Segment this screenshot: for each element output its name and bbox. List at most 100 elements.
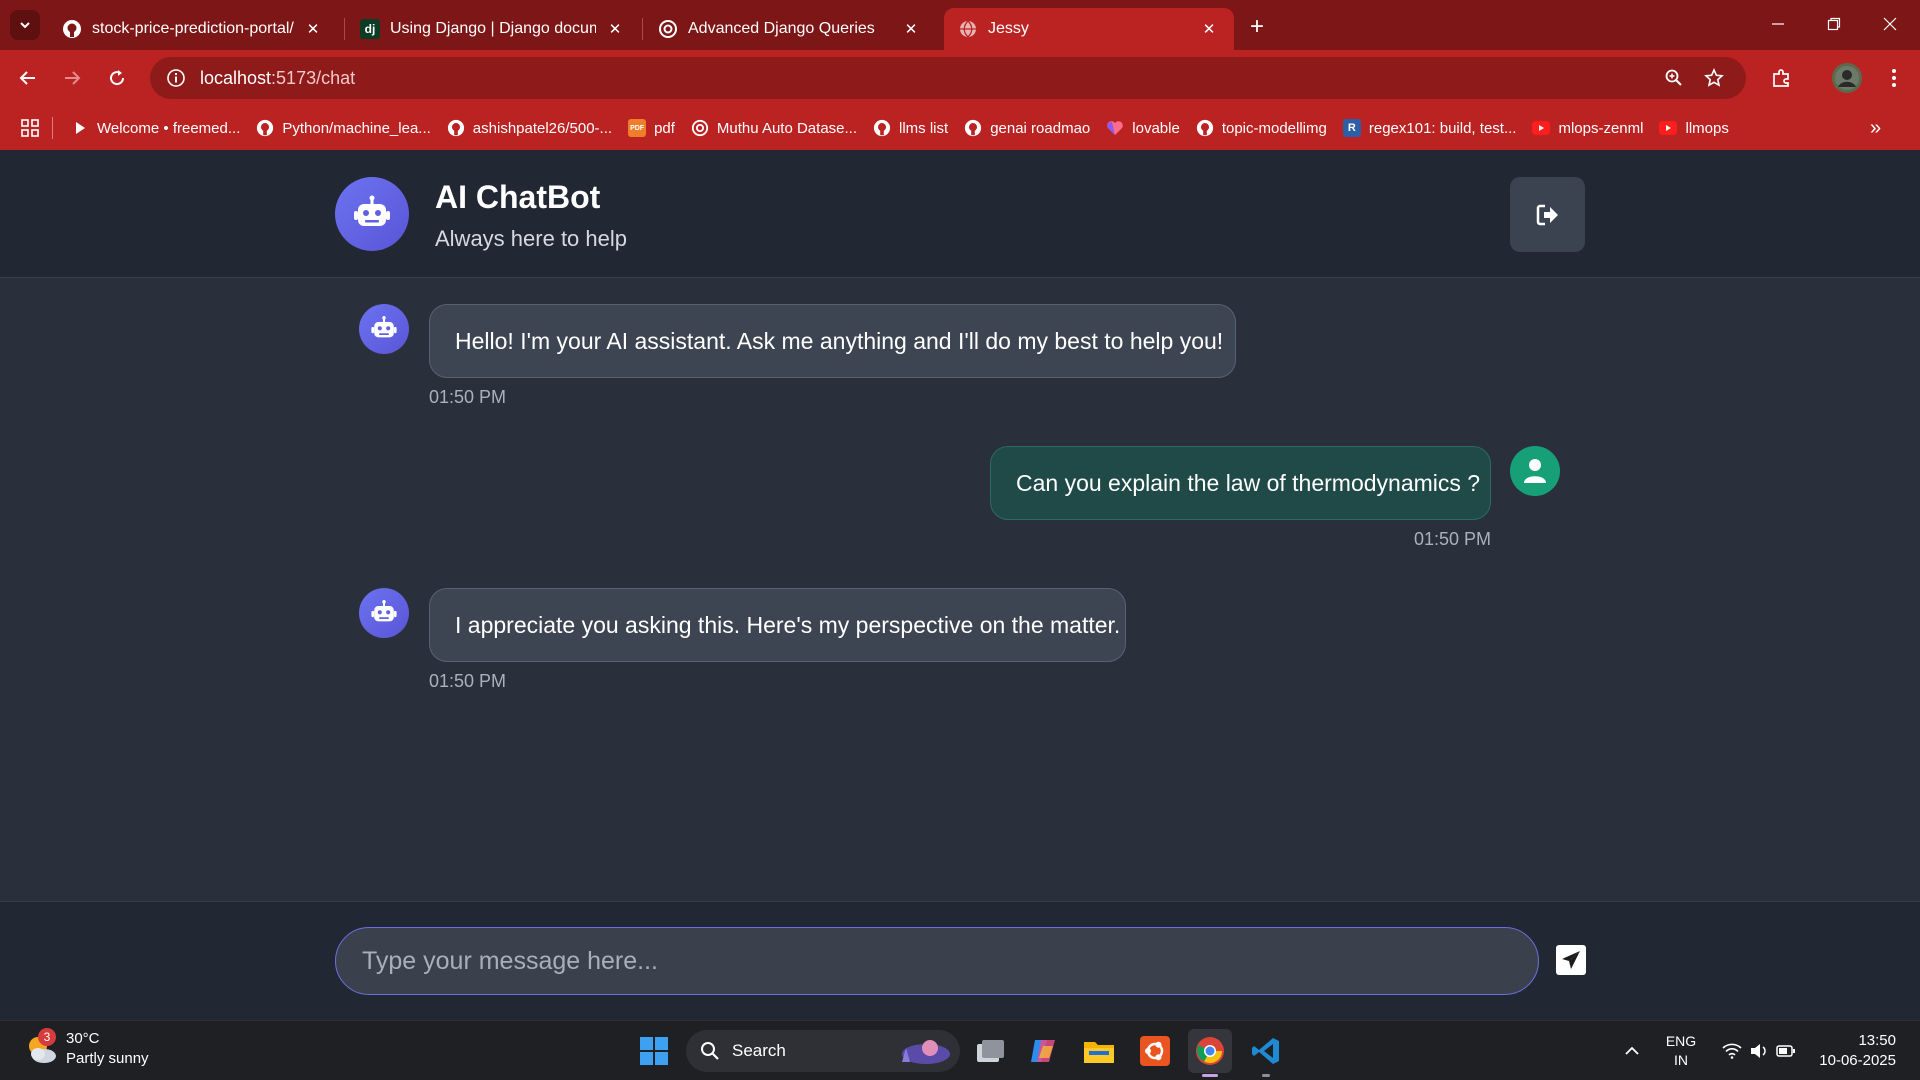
profile-avatar[interactable] xyxy=(1832,63,1862,93)
message-input[interactable] xyxy=(335,927,1539,995)
battery-icon xyxy=(1776,1045,1795,1057)
message-timestamp: 01:50 PM xyxy=(429,387,507,407)
reload-button[interactable] xyxy=(101,62,133,94)
task-view-button[interactable] xyxy=(968,1029,1012,1073)
regex-icon: R xyxy=(1342,119,1361,137)
volume-icon xyxy=(1751,1044,1766,1058)
open-app-indicator xyxy=(1262,1074,1270,1077)
chat-messages: Hello! I'm your AI assistant. Ask me any… xyxy=(0,279,1920,901)
url-host: localhost xyxy=(200,67,272,88)
apps-grid-icon xyxy=(21,119,39,137)
robot-icon xyxy=(371,316,397,338)
bookmark-muthu-auto-dataset[interactable]: Muthu Auto Datase... xyxy=(683,112,865,144)
restore-button[interactable] xyxy=(1806,0,1862,48)
tab-title: stock-price-prediction-portal/fr xyxy=(92,20,294,37)
logout-button[interactable] xyxy=(1510,177,1585,252)
chrome-button[interactable] xyxy=(1188,1029,1232,1077)
site-info-icon[interactable] xyxy=(158,60,194,96)
close-window-button[interactable] xyxy=(1862,0,1918,48)
bookmark-label: Muthu Auto Datase... xyxy=(716,119,858,137)
system-tray-quick-settings[interactable] xyxy=(1716,1021,1802,1080)
zoom-icon[interactable] xyxy=(1658,62,1690,94)
bookmark-label: Python/machine_lea... xyxy=(282,119,431,137)
bookmark-llmops[interactable]: llmops xyxy=(1651,112,1736,144)
bookmark-ashishpatel[interactable]: ashishpatel26/500-... xyxy=(439,112,620,144)
weather-description: Partly sunny xyxy=(66,1050,149,1067)
reload-icon xyxy=(110,70,125,86)
start-button[interactable] xyxy=(632,1029,676,1073)
user-avatar xyxy=(1510,446,1560,496)
user-icon xyxy=(1524,459,1546,483)
more-bookmarks-button[interactable]: » xyxy=(1862,112,1889,144)
bookmark-python-machine-learning[interactable]: Python/machine_lea... xyxy=(248,112,438,144)
tab-stock-price-prediction[interactable]: stock-price-prediction-portal/fr ✕ xyxy=(48,8,338,50)
send-icon xyxy=(1562,951,1580,969)
close-icon[interactable]: ✕ xyxy=(1198,18,1220,40)
bookmark-lovable[interactable]: lovable xyxy=(1098,112,1188,144)
bookmark-llms-list[interactable]: llms list xyxy=(865,112,956,144)
chrome-icon xyxy=(1196,1037,1224,1065)
active-app-indicator xyxy=(1202,1074,1218,1077)
taskbar-clock[interactable]: 13:50 10-06-2025 xyxy=(1816,1031,1896,1071)
clock-date: 10-06-2025 xyxy=(1819,1052,1896,1069)
forward-button[interactable] xyxy=(56,62,88,94)
show-hidden-icons-button[interactable] xyxy=(1620,1021,1644,1080)
chevron-double-right-icon: » xyxy=(1870,116,1882,139)
openai-icon xyxy=(691,119,709,137)
language-indicator[interactable]: ENG IN xyxy=(1660,1021,1702,1080)
chevron-up-icon xyxy=(1625,1046,1639,1055)
arrow-left-icon xyxy=(19,71,35,85)
apps-button[interactable] xyxy=(0,112,52,144)
address-bar[interactable]: localhost:5173/chat xyxy=(150,57,1746,99)
bot-avatar xyxy=(359,304,409,354)
bot-message-bubble: Hello! I'm your AI assistant. Ask me any… xyxy=(429,304,1236,378)
github-icon xyxy=(447,119,465,137)
minimize-icon xyxy=(1772,23,1784,25)
copilot-button[interactable] xyxy=(1022,1029,1066,1073)
weather-alert-badge: 3 xyxy=(38,1028,56,1046)
bookmark-regex101[interactable]: R regex101: build, test... xyxy=(1335,112,1525,144)
search-label: Search xyxy=(732,1041,786,1060)
url-text: localhost:5173/chat xyxy=(200,68,355,89)
close-icon[interactable]: ✕ xyxy=(604,18,626,40)
bookmark-label: topic-modellimg xyxy=(1221,119,1327,137)
back-button[interactable] xyxy=(12,62,44,94)
bookmark-star-icon[interactable] xyxy=(1698,62,1730,94)
file-explorer-button[interactable] xyxy=(1077,1029,1121,1073)
plus-icon: + xyxy=(1249,13,1264,40)
github-icon xyxy=(873,119,891,137)
vscode-button[interactable] xyxy=(1244,1029,1288,1077)
extensions-button[interactable] xyxy=(1766,62,1798,94)
ubuntu-button[interactable] xyxy=(1133,1029,1177,1073)
tab-title: Using Django | Django docume xyxy=(390,20,596,37)
bookmark-label: regex101: build, test... xyxy=(1368,119,1517,137)
new-tab-button[interactable]: + xyxy=(1242,12,1272,42)
wifi-icon xyxy=(1722,1043,1742,1059)
vscode-icon xyxy=(1252,1038,1279,1064)
send-button[interactable] xyxy=(1556,945,1586,975)
bookmark-genai-roadmap[interactable]: genai roadmao xyxy=(956,112,1098,144)
tab-jessy[interactable]: Jessy ✕ xyxy=(944,8,1234,50)
windows-taskbar: 3 30°C Partly sunny Search ENG IN 13:50 … xyxy=(0,1020,1920,1080)
close-icon[interactable]: ✕ xyxy=(302,18,324,40)
taskbar-search[interactable]: Search xyxy=(686,1030,960,1072)
bookmark-welcome-freemed[interactable]: Welcome • freemed... xyxy=(63,112,248,144)
tab-advanced-django-queries[interactable]: Advanced Django Queries ✕ xyxy=(644,8,936,50)
bookmarks-divider xyxy=(52,117,53,139)
search-icon xyxy=(701,1042,719,1060)
tab-search-button[interactable] xyxy=(10,10,40,40)
browser-menu-button[interactable] xyxy=(1878,62,1910,94)
search-highlight-icon xyxy=(902,1040,950,1064)
bookmark-pdf[interactable]: PDF pdf xyxy=(620,112,683,144)
bookmark-mlops-zenml[interactable]: mlops-zenml xyxy=(1524,112,1651,144)
bookmark-topic-modelling[interactable]: topic-modellimg xyxy=(1188,112,1335,144)
minimize-button[interactable] xyxy=(1750,0,1806,48)
github-icon xyxy=(62,19,82,39)
message-timestamp: 01:50 PM xyxy=(1414,529,1492,549)
bookmark-label: llms list xyxy=(899,119,949,137)
weather-widget[interactable]: 3 30°C Partly sunny xyxy=(24,1028,149,1069)
tab-using-django[interactable]: dj Using Django | Django docume ✕ xyxy=(346,8,640,50)
close-icon[interactable]: ✕ xyxy=(900,18,922,40)
bookmark-label: llmops xyxy=(1685,119,1729,137)
folder-icon xyxy=(1084,1042,1114,1063)
